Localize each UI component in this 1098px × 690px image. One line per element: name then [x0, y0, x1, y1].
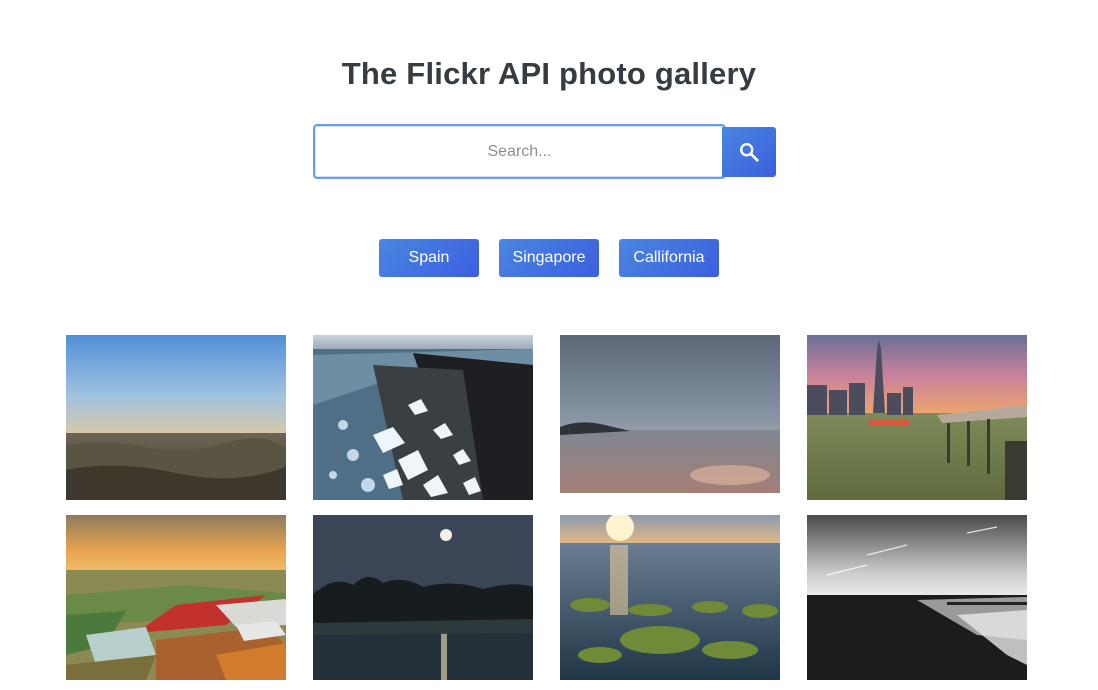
- page-title: The Flickr API photo gallery: [341, 56, 757, 91]
- landscape-dusk-image: [66, 335, 286, 500]
- search-button[interactable]: [722, 127, 776, 177]
- gallery-photo[interactable]: [66, 335, 286, 500]
- search-bar: [313, 124, 776, 180]
- gallery-photo[interactable]: [313, 335, 533, 500]
- gallery-photo[interactable]: [807, 515, 1027, 680]
- gallery-photo[interactable]: [66, 515, 286, 680]
- quick-search-california-button[interactable]: Callifornia: [619, 239, 719, 277]
- photo-gallery: [66, 335, 1027, 680]
- sea-sunset-image: [560, 335, 780, 500]
- bw-beach-image: [807, 515, 1027, 680]
- farm-fields-image: [66, 515, 286, 680]
- algae-sunset-image: [560, 515, 780, 680]
- gallery-photo[interactable]: [807, 335, 1027, 500]
- moon-night-image: [313, 515, 533, 680]
- gallery-photo[interactable]: [313, 515, 533, 680]
- city-skyline-image: [807, 335, 1027, 500]
- quick-search-singapore-button[interactable]: Singapore: [499, 239, 599, 277]
- search-icon: [740, 143, 759, 162]
- gallery-photo[interactable]: [560, 335, 780, 500]
- quick-search-buttons: Spain Singapore Callifornia: [0, 239, 1098, 277]
- ice-beach-image: [313, 335, 533, 500]
- quick-search-spain-button[interactable]: Spain: [379, 239, 479, 277]
- search-input[interactable]: [313, 124, 726, 179]
- gallery-photo[interactable]: [560, 515, 780, 680]
